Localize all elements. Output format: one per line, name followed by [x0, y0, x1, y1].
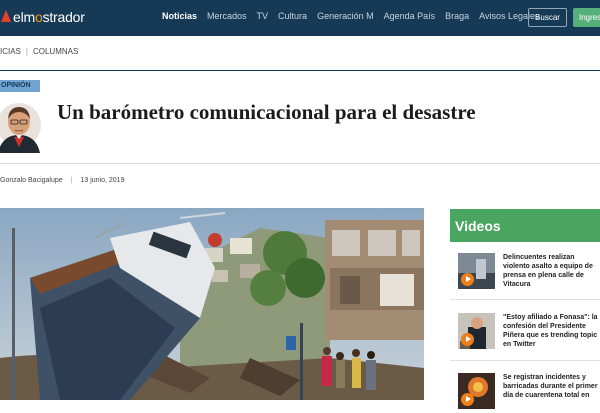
nav-item-generacion-m[interactable]: Generación M: [317, 11, 374, 21]
nav-item-mercados[interactable]: Mercados: [207, 11, 247, 21]
article-hero-image: [0, 208, 424, 400]
top-navbar: elm o strador Noticias Mercados TV Cultura…: [0, 0, 600, 36]
logo-text-suffix: strador: [42, 9, 85, 25]
play-icon[interactable]: [461, 333, 474, 346]
author-name[interactable]: Gonzalo Bacigalupe: [0, 177, 63, 184]
video-title[interactable]: Se registran incidentes y barricadas dur…: [503, 373, 600, 400]
sidebar-divider: [450, 360, 600, 361]
title-divider: [0, 163, 600, 164]
play-icon[interactable]: [461, 273, 474, 286]
publish-date: 13 junio, 2019: [80, 177, 125, 184]
header-divider: [0, 70, 600, 71]
logo-mark-icon: [0, 10, 11, 24]
video-item[interactable]: Se registran incidentes y barricadas dur…: [458, 373, 600, 413]
breadcrumb-separator: |: [25, 47, 28, 56]
video-thumbnail[interactable]: [458, 373, 495, 409]
nav-item-agenda-pais[interactable]: Agenda País: [384, 11, 436, 21]
sidebar-divider: [450, 299, 600, 300]
main-nav: Noticias Mercados TV Cultura Generación …: [162, 11, 550, 21]
section-tag[interactable]: OPINIÓN: [0, 80, 40, 92]
article-title: Un barómetro comunicacional para el desa…: [57, 100, 476, 124]
nav-item-cultura[interactable]: Cultura: [278, 11, 307, 21]
logo-text-o: o: [34, 9, 43, 25]
author-avatar[interactable]: [0, 95, 42, 155]
logo-text-prefix: elm: [13, 9, 35, 25]
video-item[interactable]: "Estoy afiliado a Fonasa": la confesión …: [458, 313, 600, 353]
byline-separator: |: [70, 177, 73, 184]
video-thumbnail[interactable]: [458, 253, 495, 289]
video-title[interactable]: Delincuentes realizan violento asalto a …: [503, 253, 600, 289]
video-item[interactable]: Delincuentes realizan violento asalto a …: [458, 253, 600, 293]
nav-item-braga[interactable]: Braga: [445, 11, 469, 21]
byline: Gonzalo Bacigalupe | 13 junio, 2019: [0, 177, 124, 184]
video-thumbnail[interactable]: [458, 313, 495, 349]
breadcrumb-item-columnas[interactable]: COLUMNAS: [33, 47, 78, 56]
video-title[interactable]: "Estoy afiliado a Fonasa": la confesión …: [503, 313, 600, 349]
videos-heading[interactable]: Videos: [450, 209, 600, 242]
site-logo[interactable]: elm o strador: [0, 7, 85, 27]
nav-item-tv[interactable]: TV: [257, 11, 269, 21]
search-button[interactable]: Buscar: [528, 8, 567, 27]
nav-item-noticias[interactable]: Noticias: [162, 11, 197, 21]
breadcrumb-item-noticias[interactable]: ICIAS: [0, 47, 21, 56]
breadcrumb: ICIAS | COLUMNAS: [0, 47, 78, 56]
login-button[interactable]: Ingres: [573, 8, 600, 27]
